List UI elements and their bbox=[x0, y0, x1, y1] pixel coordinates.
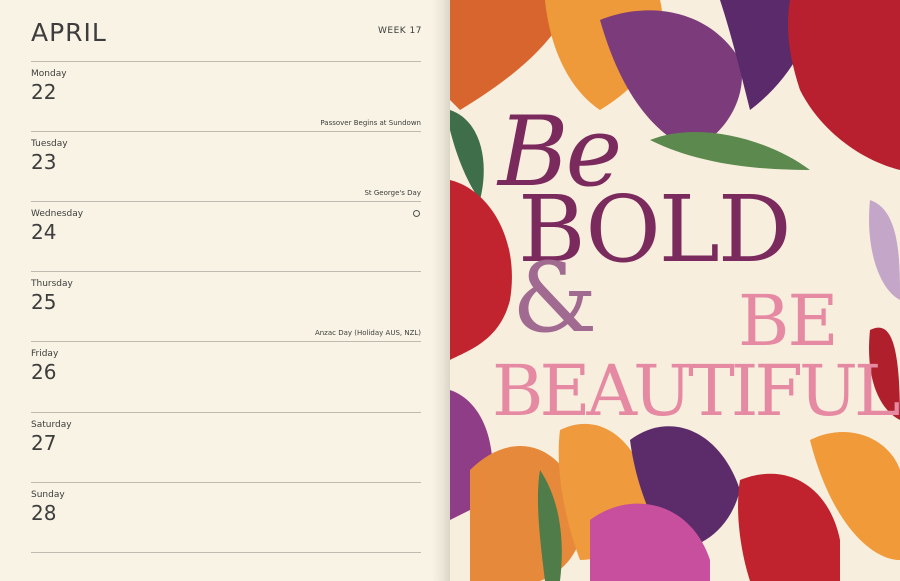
lettering-beautiful: BEAUTIFUL bbox=[492, 350, 900, 432]
day-number: 25 bbox=[31, 290, 57, 314]
tulip-leaf bbox=[650, 131, 810, 170]
page-gutter-shadow bbox=[432, 0, 450, 581]
day-name: Sunday bbox=[31, 490, 65, 500]
day-row-saturday[interactable]: Saturday 27 bbox=[31, 412, 421, 483]
day-number: 28 bbox=[31, 501, 57, 525]
day-name: Tuesday bbox=[31, 139, 68, 149]
floral-artwork-page: Be BOLD & BE BEAUTIFUL bbox=[450, 0, 900, 581]
week-number: WEEK 17 bbox=[378, 26, 422, 36]
day-number: 22 bbox=[31, 80, 57, 104]
day-number: 26 bbox=[31, 360, 57, 384]
day-name: Thursday bbox=[31, 279, 73, 289]
day-row-tuesday[interactable]: Tuesday 23 St George's Day bbox=[31, 131, 421, 202]
day-number: 27 bbox=[31, 431, 57, 455]
month-title: APRIL bbox=[31, 18, 107, 47]
day-name: Wednesday bbox=[31, 209, 84, 219]
planner-page: APRIL WEEK 17 Monday 22 Passover Begins … bbox=[0, 0, 450, 581]
lettering-be-2: BE bbox=[738, 280, 839, 362]
lettering-ampersand: & bbox=[512, 242, 598, 354]
day-name: Saturday bbox=[31, 420, 72, 430]
day-event: St George's Day bbox=[364, 189, 421, 197]
day-name: Monday bbox=[31, 69, 67, 79]
tulip-petal bbox=[738, 473, 840, 581]
day-event: Passover Begins at Sundown bbox=[320, 119, 421, 127]
day-row-thursday[interactable]: Thursday 25 Anzac Day (Holiday AUS, NZL) bbox=[31, 271, 421, 342]
day-name: Friday bbox=[31, 349, 59, 359]
day-number: 23 bbox=[31, 150, 57, 174]
bottom-divider bbox=[31, 552, 421, 553]
day-row-wednesday[interactable]: Wednesday 24 bbox=[31, 201, 421, 272]
day-number: 24 bbox=[31, 220, 57, 244]
tulip-petal bbox=[869, 200, 900, 300]
planner-spread: APRIL WEEK 17 Monday 22 Passover Begins … bbox=[0, 0, 900, 581]
day-row-friday[interactable]: Friday 26 bbox=[31, 341, 421, 412]
day-row-monday[interactable]: Monday 22 Passover Begins at Sundown bbox=[31, 61, 421, 132]
day-row-sunday[interactable]: Sunday 28 bbox=[31, 482, 421, 553]
moon-phase-icon bbox=[413, 210, 420, 217]
day-event: Anzac Day (Holiday AUS, NZL) bbox=[314, 329, 421, 337]
tulip-petal bbox=[788, 0, 900, 170]
